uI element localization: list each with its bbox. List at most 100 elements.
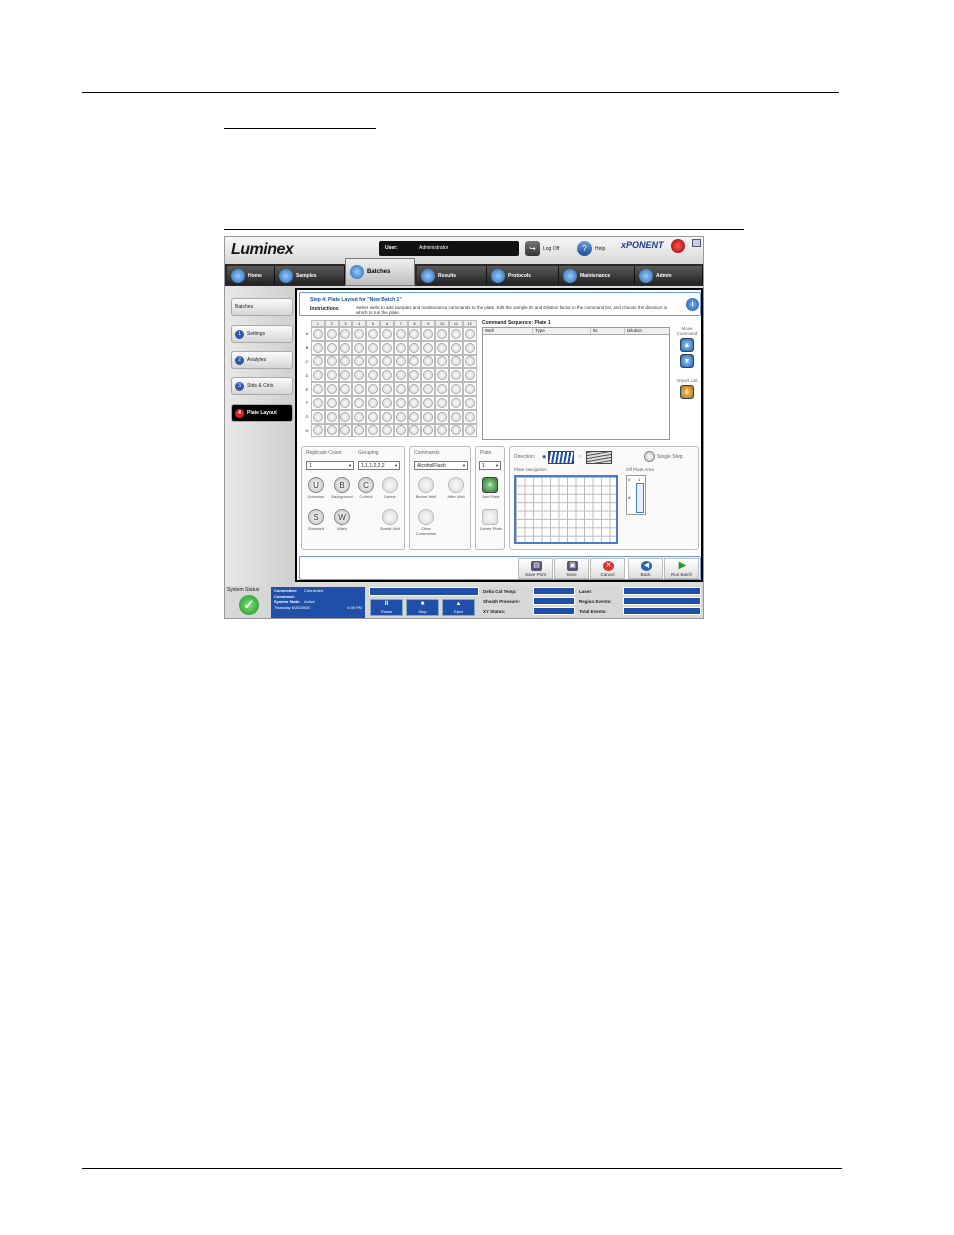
plate-well[interactable]: [379, 354, 394, 369]
plate-well[interactable]: [379, 327, 394, 341]
cancel-button[interactable]: ✕ Cancel: [590, 558, 625, 579]
plate-well[interactable]: [435, 368, 449, 383]
tab-results[interactable]: Results: [417, 266, 487, 285]
plate-well[interactable]: [366, 368, 380, 383]
plate-column-header[interactable]: 3: [338, 320, 353, 327]
plate-well[interactable]: [421, 354, 436, 369]
plate-well[interactable]: [311, 382, 325, 396]
plate-row-header[interactable]: D: [303, 373, 311, 378]
plate-well[interactable]: [407, 368, 422, 383]
delete-plate-button[interactable]: [482, 509, 498, 525]
plate-well[interactable]: [338, 382, 353, 396]
plate-well[interactable]: [421, 327, 436, 341]
plate-row-header[interactable]: C: [303, 359, 311, 364]
tab-samples[interactable]: Samples: [275, 266, 345, 285]
plate-well[interactable]: [379, 423, 394, 438]
after-well-button[interactable]: [448, 477, 464, 493]
plate-well[interactable]: [311, 395, 325, 410]
grouping-select[interactable]: 1,1,1,2,2,2: [358, 461, 400, 470]
plate-well[interactable]: [352, 395, 367, 410]
plate-well[interactable]: [448, 327, 463, 341]
plate-well[interactable]: [407, 340, 422, 355]
tab-maintenance[interactable]: Maintenance: [559, 266, 635, 285]
plate-well[interactable]: [338, 354, 353, 369]
direction-radio-selected[interactable]: ◉: [542, 454, 546, 460]
plate-well[interactable]: [379, 340, 394, 355]
replicate-count-select[interactable]: 1: [306, 461, 354, 470]
window-restore-icon[interactable]: [692, 239, 701, 247]
standard-button[interactable]: S: [308, 509, 324, 525]
plate-well[interactable]: [366, 409, 380, 424]
plate-well[interactable]: [393, 354, 408, 369]
plate-well[interactable]: [393, 423, 408, 438]
plate-well[interactable]: [352, 423, 367, 438]
off-plate-area[interactable]: 0 1 A: [626, 475, 646, 515]
plate-row-header[interactable]: A: [303, 331, 311, 336]
tab-home[interactable]: Home: [227, 266, 275, 285]
plate-well[interactable]: [393, 368, 408, 383]
plate-well[interactable]: [311, 354, 325, 369]
plate-well[interactable]: [393, 340, 408, 355]
plate-well[interactable]: [324, 340, 339, 355]
plate-well[interactable]: [366, 382, 380, 396]
plate-well[interactable]: [311, 327, 325, 341]
plate-well[interactable]: [338, 395, 353, 410]
plate-well[interactable]: [324, 354, 339, 369]
sidebar-item-plate-layout[interactable]: 4 Plate Layout: [231, 404, 293, 422]
plate-well[interactable]: [324, 395, 339, 410]
plate-row-header[interactable]: B: [303, 345, 311, 350]
plate-well[interactable]: [435, 395, 449, 410]
plate-well[interactable]: [352, 409, 367, 424]
plate-well[interactable]: [462, 354, 477, 369]
plate-well[interactable]: [435, 423, 449, 438]
plate-well[interactable]: [462, 368, 477, 383]
plate-well[interactable]: [352, 382, 367, 396]
plate-well[interactable]: [448, 382, 463, 396]
plate-well[interactable]: [352, 327, 367, 341]
help-button[interactable]: ? Help: [577, 241, 605, 256]
off-plate-well[interactable]: [636, 483, 644, 513]
plate-well[interactable]: [338, 423, 353, 438]
plate-well[interactable]: [462, 423, 477, 438]
plate-well[interactable]: [435, 354, 449, 369]
plate-well[interactable]: [462, 409, 477, 424]
plate-well[interactable]: [462, 340, 477, 355]
unknown-button[interactable]: U: [308, 477, 324, 493]
plate-well[interactable]: [435, 340, 449, 355]
plate-well[interactable]: [421, 395, 436, 410]
plate-well[interactable]: [448, 340, 463, 355]
tab-batches[interactable]: Batches: [345, 258, 415, 286]
plate-column-header[interactable]: 12: [462, 320, 477, 327]
add-plate-button[interactable]: +: [482, 477, 498, 493]
horizontal-direction-icon[interactable]: [586, 451, 612, 464]
command-sequence-table[interactable]: Well Type ID Dilution: [482, 327, 670, 440]
plate-well[interactable]: [448, 409, 463, 424]
delete-button[interactable]: [382, 477, 398, 493]
commands-select[interactable]: AlcoholFlush: [414, 461, 468, 470]
import-list-button[interactable]: ⇩: [680, 385, 694, 399]
plate-well[interactable]: [462, 382, 477, 396]
plate-well[interactable]: [435, 409, 449, 424]
plate-well[interactable]: [324, 423, 339, 438]
tab-admin[interactable]: Admin: [635, 266, 703, 285]
plate-column-header[interactable]: 1: [311, 320, 325, 327]
save-button[interactable]: ▣ Save: [554, 558, 589, 579]
plate-navigation-grid[interactable]: [514, 475, 618, 544]
plate-well[interactable]: [393, 327, 408, 341]
before-well-button[interactable]: [418, 477, 434, 493]
run-batch-button[interactable]: ▶ Run Batch: [664, 558, 699, 579]
direction-radio[interactable]: ○: [578, 454, 581, 460]
plate-well[interactable]: [435, 382, 449, 396]
plate-well[interactable]: [379, 409, 394, 424]
plate-well[interactable]: [338, 327, 353, 341]
info-icon[interactable]: i: [686, 298, 699, 311]
plate-well[interactable]: [462, 395, 477, 410]
plate-well[interactable]: [448, 354, 463, 369]
move-down-button[interactable]: ▼: [680, 354, 694, 368]
plate-well[interactable]: [448, 368, 463, 383]
plate-column-header[interactable]: 4: [352, 320, 367, 327]
plate-column-header[interactable]: 5: [366, 320, 380, 327]
move-up-button[interactable]: ▲: [680, 338, 694, 352]
plate-well[interactable]: [462, 327, 477, 341]
plate-well[interactable]: [421, 382, 436, 396]
